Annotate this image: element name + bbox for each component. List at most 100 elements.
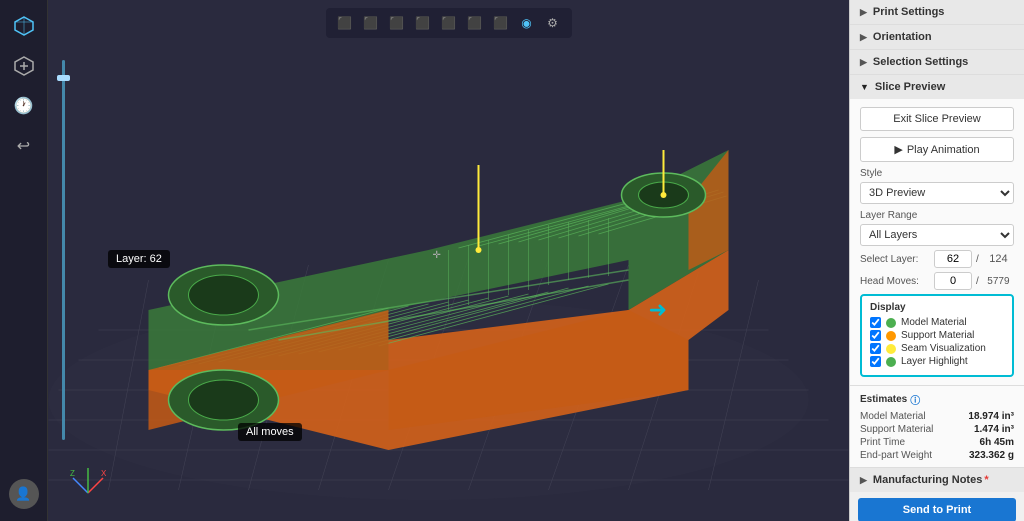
history-icon[interactable]: ↩ (6, 128, 42, 164)
select-layer-input[interactable] (934, 250, 972, 268)
model-material-label: Model Material (901, 317, 967, 328)
head-moves-label: Head Moves: (860, 276, 930, 287)
svg-text:Z: Z (70, 469, 75, 478)
layer-highlight-dot (886, 357, 896, 367)
layer-range-label: Layer Range (860, 210, 1014, 221)
svg-text:X: X (101, 469, 107, 478)
orientation-header[interactable]: ▶ Orientation (850, 25, 1024, 49)
viewport: ⬛ ⬛ ⬛ ⬛ ⬛ ⬛ ⬛ ◉ ⚙ Layer: 62 All moves Z … (48, 0, 849, 521)
estimates-label: Estimates (860, 394, 907, 405)
estimates-row-weight: End-part Weight 323.362 g (860, 450, 1014, 461)
view-zoom-btn[interactable]: ⬛ (464, 12, 486, 34)
seam-visualization-checkbox[interactable] (870, 343, 881, 354)
slice-preview-section: ▼ Slice Preview Exit Slice Preview ▶ Pla… (850, 75, 1024, 386)
estimates-section: Estimates ⓘ Model Material 18.974 in³ Su… (850, 386, 1024, 467)
style-select[interactable]: 3D Preview (860, 182, 1014, 204)
select-layer-label: Select Layer: (860, 254, 930, 265)
layer-label: Layer: 62 (108, 250, 170, 268)
orientation-arrow: ▶ (860, 32, 867, 43)
head-moves-row: Head Moves: / 5779 (860, 272, 1014, 290)
layer-slider[interactable] (62, 60, 65, 440)
head-moves-max: 5779 (983, 274, 1014, 289)
support-material-dot (886, 331, 896, 341)
axis-indicator: Z X (68, 458, 108, 501)
estimates-info-icon[interactable]: ⓘ (910, 392, 920, 407)
estimates-row-support: Support Material 1.474 in³ (860, 424, 1014, 435)
display-title: Display (870, 302, 1004, 313)
add-model-icon[interactable] (6, 48, 42, 84)
support-material-label: Support Material (901, 330, 974, 341)
print-settings-header[interactable]: ▶ Print Settings (850, 0, 1024, 24)
user-avatar[interactable]: 👤 (9, 479, 39, 509)
display-box: Display Model Material Support Material … (860, 294, 1014, 377)
play-animation-label: Play Animation (907, 144, 980, 156)
clock-icon[interactable]: 🕐 (6, 88, 42, 124)
slice-preview-arrow: ▼ (860, 82, 869, 92)
estimates-row-time: Print Time 6h 45m (860, 437, 1014, 448)
view-top-btn[interactable]: ⬛ (360, 12, 382, 34)
selection-settings-arrow: ▶ (860, 57, 867, 68)
viewport-toolbar: ⬛ ⬛ ⬛ ⬛ ⬛ ⬛ ⬛ ◉ ⚙ (326, 8, 572, 38)
view-shaded-btn[interactable]: ◉ (516, 12, 538, 34)
manufacturing-notes-header[interactable]: ▶ Manufacturing Notes * (850, 467, 1024, 492)
head-moves-input[interactable] (934, 272, 972, 290)
estimates-support-val: 1.474 in³ (974, 424, 1014, 435)
select-layer-max: 124 (983, 251, 1014, 267)
layer-highlight-checkbox[interactable] (870, 356, 881, 367)
play-icon: ▶ (894, 143, 902, 156)
seam-visualization-label: Seam Visualization (901, 343, 986, 354)
layer-range-select[interactable]: All Layers (860, 224, 1014, 246)
view-settings-btn[interactable]: ⚙ (542, 12, 564, 34)
print-settings-section: ▶ Print Settings (850, 0, 1024, 25)
manufacturing-notes-label: Manufacturing Notes (873, 474, 982, 486)
estimates-title: Estimates ⓘ (860, 392, 1014, 407)
selection-settings-header[interactable]: ▶ Selection Settings (850, 50, 1024, 74)
select-layer-sep: / (976, 254, 979, 265)
right-panel: ▶ Print Settings ▶ Orientation ▶ Selecti… (849, 0, 1024, 521)
slice-preview-label: Slice Preview (875, 81, 945, 93)
manufacturing-asterisk: * (984, 474, 988, 486)
moves-label: All moves (238, 423, 302, 441)
left-sidebar: 🕐 ↩ 👤 (0, 0, 48, 521)
mfg-arrow: ▶ (860, 475, 867, 486)
view-iso-btn[interactable]: ⬛ (412, 12, 434, 34)
display-item-model: Model Material (870, 317, 1004, 328)
layer-slider-thumb[interactable] (57, 75, 70, 81)
estimates-time-val: 6h 45m (980, 437, 1014, 448)
print-settings-arrow: ▶ (860, 7, 867, 18)
print-settings-label: Print Settings (873, 6, 945, 18)
model-material-checkbox[interactable] (870, 317, 881, 328)
support-material-checkbox[interactable] (870, 330, 881, 341)
cursor-indicator: ✛ (432, 250, 440, 261)
estimates-weight-val: 323.362 g (969, 450, 1014, 461)
send-to-print-button[interactable]: Send to Print (858, 498, 1016, 521)
orientation-label: Orientation (873, 31, 932, 43)
model-material-dot (886, 318, 896, 328)
style-label: Style (860, 168, 1014, 179)
estimates-support-key: Support Material (860, 424, 933, 435)
view-front-btn[interactable]: ⬛ (334, 12, 356, 34)
view-fit-btn[interactable]: ⬛ (438, 12, 460, 34)
slice-preview-header[interactable]: ▼ Slice Preview (850, 75, 1024, 99)
layer-highlight-label: Layer Highlight (901, 356, 968, 367)
display-arrow: ➜ (649, 297, 667, 323)
head-moves-sep: / (976, 276, 979, 287)
view-rotate-btn[interactable]: ⬛ (490, 12, 512, 34)
display-item-seam: Seam Visualization (870, 343, 1004, 354)
slice-preview-content: Exit Slice Preview ▶ Play Animation Styl… (850, 99, 1024, 385)
view-side-btn[interactable]: ⬛ (386, 12, 408, 34)
estimates-model-val: 18.974 in³ (968, 411, 1014, 422)
play-animation-button[interactable]: ▶ Play Animation (860, 137, 1014, 162)
cube-icon[interactable] (6, 8, 42, 44)
estimates-model-key: Model Material (860, 411, 926, 422)
display-item-highlight: Layer Highlight (870, 356, 1004, 367)
exit-slice-preview-button[interactable]: Exit Slice Preview (860, 107, 1014, 131)
orientation-section: ▶ Orientation (850, 25, 1024, 50)
estimates-time-key: Print Time (860, 437, 905, 448)
select-layer-row: Select Layer: / 124 (860, 250, 1014, 268)
estimates-row-model: Model Material 18.974 in³ (860, 411, 1014, 422)
bottom-buttons: Send to Print Export (850, 492, 1024, 521)
selection-settings-section: ▶ Selection Settings (850, 50, 1024, 75)
display-item-support: Support Material (870, 330, 1004, 341)
seam-visualization-dot (886, 344, 896, 354)
